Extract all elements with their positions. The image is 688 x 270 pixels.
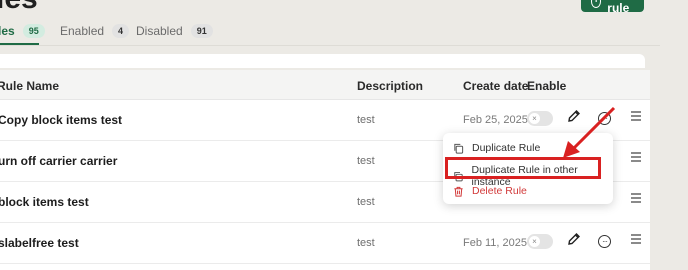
annotation-arrow <box>563 106 616 158</box>
